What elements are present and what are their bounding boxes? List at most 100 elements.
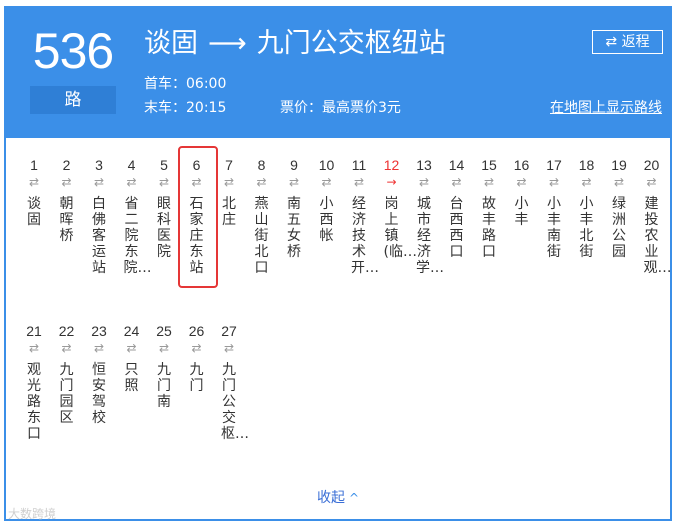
route-title: 谈固 ⟶ 九门公交枢纽站 (144, 24, 446, 64)
stop-item[interactable]: 5 ⇄ 眼科医院 (148, 156, 180, 260)
collapse-label: 收起 (316, 490, 345, 506)
stop-index: 25 (156, 323, 172, 339)
stop-item[interactable]: 24 ⇄ 只照 (116, 322, 148, 394)
stop-name: 恒安驾校 (92, 362, 106, 426)
one-way-arrow-icon: → (386, 175, 397, 189)
stop-index: 8 (257, 157, 266, 173)
two-way-arrow-icon: ⇄ (61, 175, 72, 189)
stop-index: 15 (481, 157, 497, 173)
stop-name: 只照 (124, 362, 139, 394)
stop-item[interactable]: 2 ⇄ 朝晖桥 (51, 156, 83, 244)
stop-name: 南五女桥 (287, 196, 301, 260)
service-times: 首车：06:00 末车：20:15 (144, 72, 226, 120)
stop-index: 16 (513, 157, 530, 173)
stop-index: 1 (30, 157, 38, 173)
stop-item[interactable]: 11 ⇄ 经济技术开… (343, 156, 379, 276)
two-way-arrow-icon: ⇄ (581, 175, 592, 189)
two-way-arrow-icon: ⇄ (191, 175, 202, 189)
stop-item[interactable]: 15 ⇄ 故丰路口 (473, 156, 505, 260)
stop-name: 白佛客运站 (92, 196, 106, 276)
stop-index: 23 (91, 323, 107, 339)
stop-index: 21 (26, 323, 42, 339)
bus-route-card: 5 3 6 路 谈固 ⟶ 九门公交枢纽站 首车：06:00 末车：20:15 票价：最高… (4, 6, 672, 521)
stop-name: 岗上镇(临… (383, 196, 417, 260)
stop-item[interactable]: 21 ⇄ 观光路东口 (18, 322, 50, 442)
stop-name: 石家庄东站 (189, 196, 204, 276)
stop-item[interactable]: 27 ⇄ 九门公交枢… (213, 322, 249, 442)
two-way-arrow-icon: ⇄ (451, 175, 462, 189)
two-way-arrow-icon: ⇄ (61, 341, 72, 355)
stop-item[interactable]: 12 → 岗上镇(临… (376, 156, 417, 260)
stop-item[interactable]: 14 ⇄ 台西西口 (441, 156, 473, 260)
stop-item[interactable]: 13 ⇄ 城市经济学… (408, 156, 444, 276)
return-trip-button[interactable]: ⇄ 返程 (592, 30, 663, 54)
route-header: 536 路 谈固 ⟶ 九门公交枢纽站 首车：06:00 末车：20:15 票价：最高… (6, 8, 670, 138)
two-way-arrow-icon: ⇄ (93, 175, 105, 189)
two-way-arrow-icon: ⇄ (158, 341, 170, 355)
stop-index: 27 (221, 323, 237, 339)
two-way-arrow-icon: ⇄ (646, 175, 657, 189)
two-way-arrow-icon: ⇄ (288, 175, 300, 189)
stop-name: 九门公交枢… (221, 362, 249, 442)
stop-item[interactable]: 26 ⇄ 九门 (181, 322, 213, 394)
stop-index: 19 (611, 157, 627, 173)
stop-item[interactable]: 4 ⇄ 省二院东院… (116, 156, 152, 276)
stop-index: 10 (318, 157, 335, 173)
stop-item[interactable]: 23 ⇄ 恒安驾校 (83, 322, 115, 426)
stop-name: 经济技术开… (351, 196, 379, 276)
two-way-arrow-icon: ⇄ (321, 175, 332, 189)
two-way-arrow-icon: ⇄ (126, 341, 137, 355)
route-origin: 谈固 (144, 28, 198, 59)
stop-name: 北庄 (222, 196, 236, 228)
stop-item[interactable]: 8 ⇄ 燕山街北口 (246, 156, 278, 276)
stop-item[interactable]: 16 ⇄ 小丰 (506, 156, 538, 228)
stop-item[interactable]: 9 ⇄ 南五女桥 (278, 156, 310, 260)
stop-item[interactable]: 20 ⇄ 建投农业观… (636, 156, 672, 276)
two-way-arrow-icon: ⇄ (613, 175, 625, 189)
stop-name: 建投农业观… (643, 196, 672, 276)
two-way-arrow-icon: ⇄ (28, 341, 40, 355)
stop-index: 2 (62, 157, 71, 173)
two-way-arrow-icon: ⇄ (93, 341, 105, 355)
route-suffix: 路 (30, 86, 116, 114)
stop-item[interactable]: 22 ⇄ 九门园区 (51, 322, 83, 426)
stop-name: 眼科医院 (157, 196, 171, 260)
stop-item[interactable]: 19 ⇄ 绿洲公园 (603, 156, 635, 260)
stop-index: 6 (192, 157, 201, 173)
stop-index: 11 (351, 157, 367, 173)
stop-item[interactable]: 1 ⇄ 谈固 (18, 156, 50, 228)
stop-index: 17 (546, 157, 562, 173)
stop-name: 故丰路口 (482, 196, 496, 260)
two-way-arrow-icon: ⇄ (353, 175, 365, 189)
stop-name: 台西西口 (449, 196, 464, 260)
stop-name: 九门 (189, 362, 204, 394)
stop-item[interactable]: 10 ⇄ 小西帐 (311, 156, 343, 244)
stop-name: 小西帐 (319, 196, 334, 244)
two-way-arrow-icon: ⇄ (223, 341, 235, 355)
route-destination: 九门公交枢纽站 (256, 28, 446, 59)
last-bus-time: 末车：20:15 (144, 100, 227, 116)
two-way-arrow-icon: ⇄ (158, 175, 170, 189)
stop-index: 3 (95, 157, 103, 173)
stop-item[interactable]: 6 ⇄ 石家庄东站 (181, 156, 213, 276)
first-bus-time: 首车：06:00 (144, 76, 227, 92)
stop-item[interactable]: 25 ⇄ 九门南 (148, 322, 180, 410)
stop-item[interactable]: 18 ⇄ 小丰北街 (571, 156, 603, 260)
show-route-on-map-link[interactable]: 在地图上显示路线 (550, 96, 662, 120)
stop-item[interactable]: 3 ⇄ 白佛客运站 (83, 156, 115, 276)
stop-name: 观光路东口 (27, 362, 41, 442)
stop-index: 9 (290, 157, 298, 173)
collapse-button[interactable]: 收起 ^ (6, 488, 670, 508)
two-way-arrow-icon: ⇄ (418, 175, 430, 189)
stop-name: 谈固 (27, 196, 41, 228)
stop-index: 5 (160, 157, 168, 173)
stop-index: 18 (578, 157, 595, 173)
stop-name: 城市经济学… (416, 196, 444, 276)
fare-info: 票价：最高票价3元 (280, 100, 401, 116)
stop-item[interactable]: 7 ⇄ 北庄 (213, 156, 245, 228)
stop-item[interactable]: 17 ⇄ 小丰南街 (538, 156, 570, 260)
stop-index: 12 (383, 157, 400, 173)
stop-index: 4 (127, 157, 136, 173)
stop-index: 24 (123, 323, 140, 339)
stop-index: 20 (643, 157, 660, 173)
